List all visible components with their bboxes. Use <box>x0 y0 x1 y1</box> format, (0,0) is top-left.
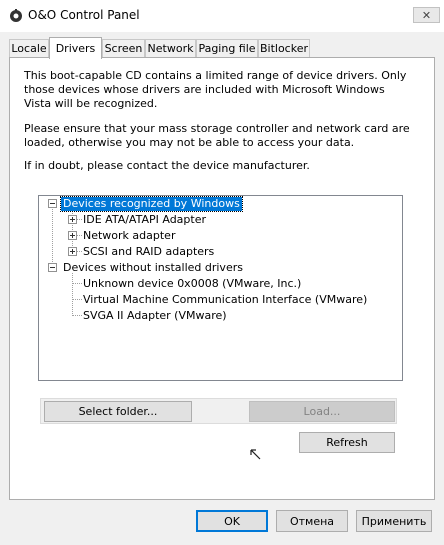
mouse-cursor-icon <box>250 449 261 460</box>
close-button[interactable]: ✕ <box>413 7 440 23</box>
tree-connector <box>72 273 73 316</box>
app-icon <box>10 9 22 22</box>
title-bar: O&O Control Panel ✕ <box>0 0 444 32</box>
tab-screen[interactable]: Screen <box>102 39 145 57</box>
tree-node-recognized[interactable]: Devices recognized by Windows <box>60 196 243 212</box>
expand-icon[interactable] <box>68 247 77 256</box>
tree-node-network-adapter[interactable]: Network adapter <box>81 229 177 243</box>
driver-actions-group: Select folder... Load... <box>40 398 397 424</box>
tree-node-ide-adapter[interactable]: IDE ATA/ATAPI Adapter <box>81 213 208 227</box>
apply-button[interactable]: Применить <box>356 510 432 532</box>
collapse-icon[interactable] <box>48 263 57 272</box>
load-button[interactable]: Load... <box>249 401 395 422</box>
close-icon: ✕ <box>421 8 432 22</box>
window-title: O&O Control Panel <box>28 8 140 22</box>
tree-node-without-drivers[interactable]: Devices without installed drivers <box>61 261 245 275</box>
device-tree[interactable]: Devices recognized by Windows IDE ATA/AT… <box>38 195 403 381</box>
tree-node-vmci[interactable]: Virtual Machine Communication Interface … <box>81 293 369 307</box>
drivers-panel: This boot-capable CD contains a limited … <box>9 57 435 500</box>
select-folder-button[interactable]: Select folder... <box>44 401 192 422</box>
ok-button[interactable]: OK <box>196 510 268 532</box>
expand-icon[interactable] <box>68 231 77 240</box>
collapse-icon[interactable] <box>48 199 57 208</box>
tree-connector <box>52 205 53 268</box>
tab-paging-file[interactable]: Paging file <box>196 39 258 57</box>
tab-bitlocker[interactable]: Bitlocker <box>258 39 310 57</box>
tab-drivers[interactable]: Drivers <box>49 37 102 59</box>
tree-node-svga[interactable]: SVGA II Adapter (VMware) <box>81 309 229 323</box>
tab-locale[interactable]: Locale <box>9 39 49 57</box>
intro-text: This boot-capable CD contains a limited … <box>24 69 407 110</box>
warning-text: Please ensure that your mass storage con… <box>24 122 410 149</box>
tree-node-unknown-device[interactable]: Unknown device 0x0008 (VMware, Inc.) <box>81 277 303 291</box>
refresh-button[interactable]: Refresh <box>299 432 395 453</box>
expand-icon[interactable] <box>68 215 77 224</box>
tab-network[interactable]: Network <box>145 39 196 57</box>
cancel-button[interactable]: Отмена <box>276 510 348 532</box>
tree-node-scsi-raid[interactable]: SCSI and RAID adapters <box>81 245 216 259</box>
contact-text: If in doubt, please contact the device m… <box>24 159 310 172</box>
